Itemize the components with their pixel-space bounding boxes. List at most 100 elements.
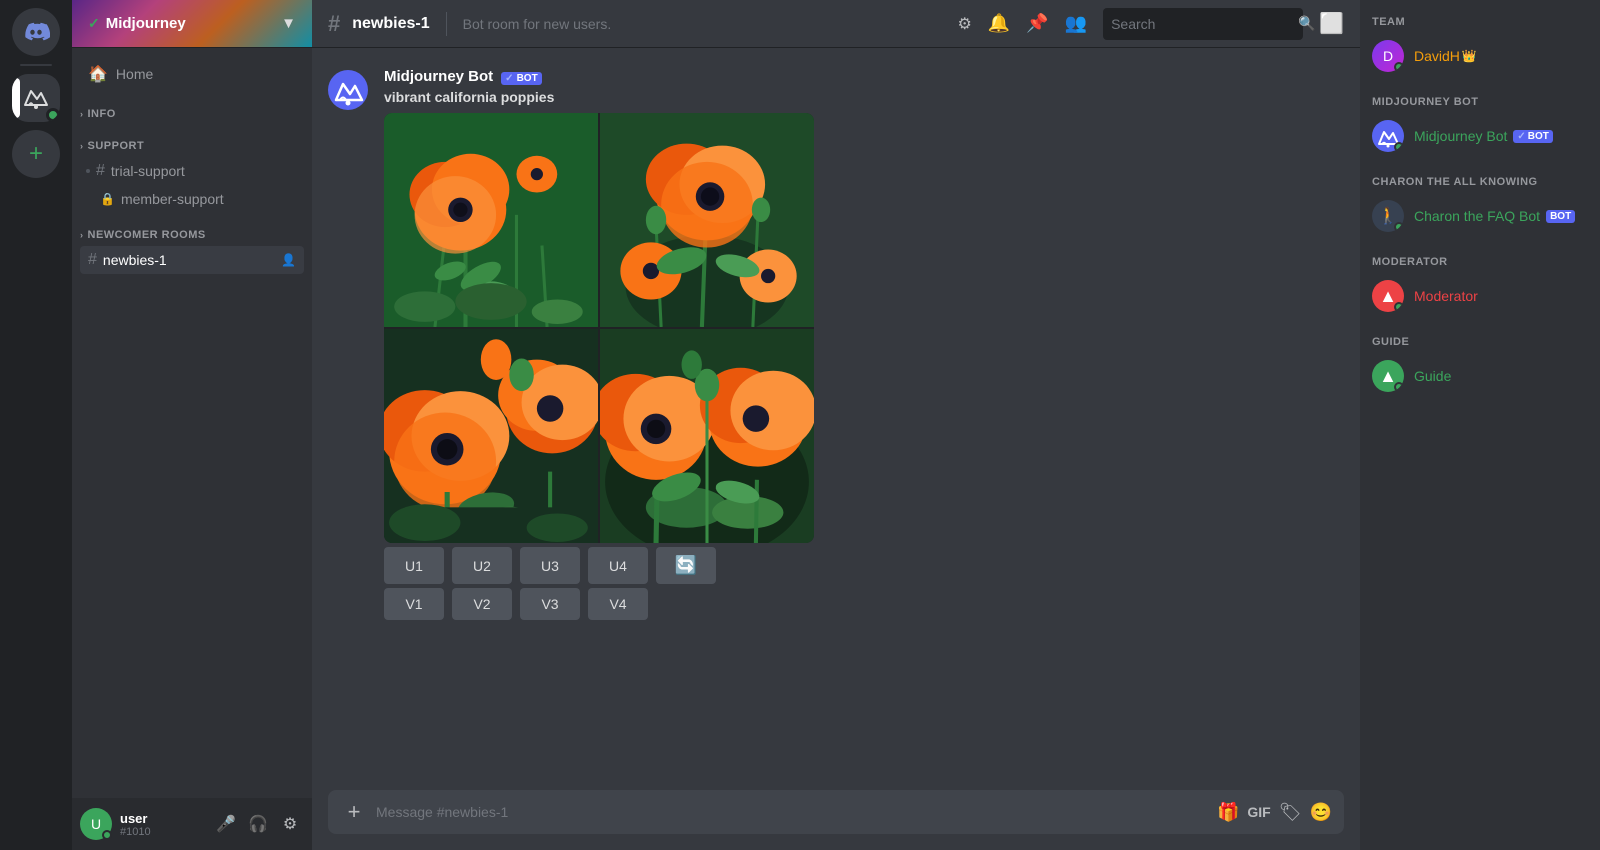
mj-bot-name-row: Midjourney Bot ✓ BOT xyxy=(1414,128,1553,144)
grid-cell-1 xyxy=(384,113,598,327)
chat-header-channel-name: newbies-1 xyxy=(352,15,429,33)
members-list-icon[interactable]: 👥 xyxy=(1065,13,1087,34)
channel-name-newbies-1: newbies-1 xyxy=(103,252,275,268)
members-icon[interactable]: ⚙ xyxy=(957,14,971,34)
server-dropdown-icon[interactable]: ▼ xyxy=(281,15,296,32)
member-mj-bot[interactable]: Midjourney Bot ✓ BOT xyxy=(1372,116,1588,156)
v3-button[interactable]: V3 xyxy=(520,588,580,620)
notification-bell-icon[interactable]: 🔔 xyxy=(988,13,1010,34)
add-attachment-button[interactable]: + xyxy=(340,798,368,826)
emoji-icon[interactable]: 😊 xyxy=(1310,802,1332,823)
message-input[interactable] xyxy=(376,804,1209,820)
u1-button[interactable]: U1 xyxy=(384,547,444,584)
channel-member-support[interactable]: 🔒 member-support xyxy=(80,186,304,212)
sidebar-section-team: TEAM D DavidH 👑 xyxy=(1372,16,1588,76)
lock-icon: 🔒 xyxy=(100,192,115,206)
v4-button[interactable]: V4 xyxy=(588,588,648,620)
home-nav-item[interactable]: 🏠 Home xyxy=(72,56,312,92)
chevron-right-icon: › xyxy=(80,109,84,119)
charon-indicator xyxy=(1394,222,1404,232)
message-header: Midjourney Bot ✓ BOT xyxy=(384,68,1344,85)
message-item: Midjourney Bot ✓ BOT vibrant california … xyxy=(312,64,1360,624)
bot-avatar xyxy=(328,70,368,110)
mj-bot-indicator xyxy=(1394,142,1404,152)
bot-badge-text: BOT xyxy=(517,73,538,84)
member-avatar-davidh: D xyxy=(1372,40,1404,72)
inbox-icon[interactable]: ⬜ xyxy=(1319,11,1344,36)
hash-icon-newbies: # xyxy=(88,251,97,269)
settings-button[interactable]: ⚙ xyxy=(276,810,304,838)
refresh-icon: 🔄 xyxy=(675,555,697,576)
chat-header: # newbies-1 Bot room for new users. ⚙ 🔔 … xyxy=(312,0,1360,48)
bot-check: ✓ xyxy=(1517,131,1525,142)
channel-newbies-1[interactable]: # newbies-1 👤 xyxy=(80,246,304,274)
server-icon-midjourney[interactable] xyxy=(12,74,60,122)
v1-button[interactable]: V1 xyxy=(384,588,444,620)
sidebar-section-guide: GUIDE ▲ Guide xyxy=(1372,336,1588,396)
user-controls: 🎤 🎧 ⚙ xyxy=(212,810,304,838)
server-name: Midjourney xyxy=(106,15,186,32)
category-newcomer-rooms[interactable]: › NEWCOMER ROOMS xyxy=(72,213,312,245)
channel-name-member-support: member-support xyxy=(121,191,296,207)
server-icon-discord[interactable] xyxy=(12,8,60,56)
charon-bot-badge: BOT xyxy=(1546,210,1575,223)
refresh-button[interactable]: 🔄 xyxy=(656,547,716,584)
member-guide[interactable]: ▲ Guide xyxy=(1372,356,1588,396)
user-info: user #1010 xyxy=(120,811,204,838)
chat-header-description: Bot room for new users. xyxy=(463,16,612,32)
bot-badge: ✓ BOT xyxy=(501,72,542,85)
search-input[interactable] xyxy=(1111,16,1292,32)
member-avatar-guide: ▲ xyxy=(1372,360,1404,392)
grid-cell-2 xyxy=(600,113,814,327)
pin-icon[interactable]: 📌 xyxy=(1026,13,1048,34)
hash-icon: # xyxy=(96,162,105,180)
mj-bot-badge: ✓ BOT xyxy=(1513,130,1553,143)
guide-indicator xyxy=(1394,382,1404,392)
mute-button[interactable]: 🎤 xyxy=(212,810,240,838)
bullet-dot xyxy=(86,169,90,173)
v2-button[interactable]: V2 xyxy=(452,588,512,620)
sticker-icon[interactable]: 🏷 xyxy=(1279,802,1302,823)
category-support-label: SUPPORT xyxy=(88,140,145,152)
user-avatar: U xyxy=(80,808,112,840)
input-actions: 🎁 GIF 🏷 😊 xyxy=(1217,802,1332,823)
channel-hash-icon: # xyxy=(328,11,340,37)
u4-button[interactable]: U4 xyxy=(588,547,648,584)
server-header[interactable]: ✓ Midjourney ▼ xyxy=(72,0,312,48)
home-icon: 🏠 xyxy=(88,64,108,84)
channel-list: 🏠 Home › INFO › SUPPORT # trial-support … xyxy=(72,48,312,798)
member-davidh[interactable]: D DavidH 👑 xyxy=(1372,36,1588,76)
channel-trial-support[interactable]: # trial-support xyxy=(80,157,304,185)
grid-cell-4 xyxy=(600,329,814,543)
add-server-button[interactable]: + xyxy=(12,130,60,178)
u3-button[interactable]: U3 xyxy=(520,547,580,584)
user-avatar-icon: U xyxy=(91,816,101,832)
gif-icon[interactable]: GIF xyxy=(1247,804,1270,820)
member-charon[interactable]: 🚶 Charon the FAQ Bot BOT xyxy=(1372,196,1588,236)
server-online-dot xyxy=(46,108,60,122)
davidh-avatar-icon: D xyxy=(1383,48,1393,64)
main-chat: # newbies-1 Bot room for new users. ⚙ 🔔 … xyxy=(312,0,1360,850)
bot-badge-check: ✓ xyxy=(505,73,513,84)
header-divider xyxy=(446,12,447,36)
gift-icon[interactable]: 🎁 xyxy=(1217,802,1239,823)
user-area: U user #1010 🎤 🎧 ⚙ xyxy=(72,798,312,850)
member-avatar-charon: 🚶 xyxy=(1372,200,1404,232)
member-name-guide: Guide xyxy=(1414,368,1451,384)
category-info[interactable]: › INFO xyxy=(72,92,312,124)
member-moderator[interactable]: ▲ Moderator xyxy=(1372,276,1588,316)
category-support[interactable]: › SUPPORT xyxy=(72,124,312,156)
headset-button[interactable]: 🎧 xyxy=(244,810,272,838)
search-box[interactable]: 🔍 xyxy=(1103,8,1303,40)
server-sidebar: + xyxy=(0,0,72,850)
grid-cell-3 xyxy=(384,329,598,543)
image-grid[interactable] xyxy=(384,113,814,543)
chevron-icon: › xyxy=(80,230,84,240)
team-section-title: TEAM xyxy=(1372,16,1588,28)
username: user xyxy=(120,811,204,826)
mjbot-section-title: MIDJOURNEY BOT xyxy=(1372,96,1588,108)
u2-button[interactable]: U2 xyxy=(452,547,512,584)
right-sidebar: TEAM D DavidH 👑 MIDJOURNEY BOT xyxy=(1360,0,1600,850)
sidebar-section-mjbot: MIDJOURNEY BOT Midjourney Bot ✓ BOT xyxy=(1372,96,1588,156)
chevron-down-icon: › xyxy=(80,141,84,151)
